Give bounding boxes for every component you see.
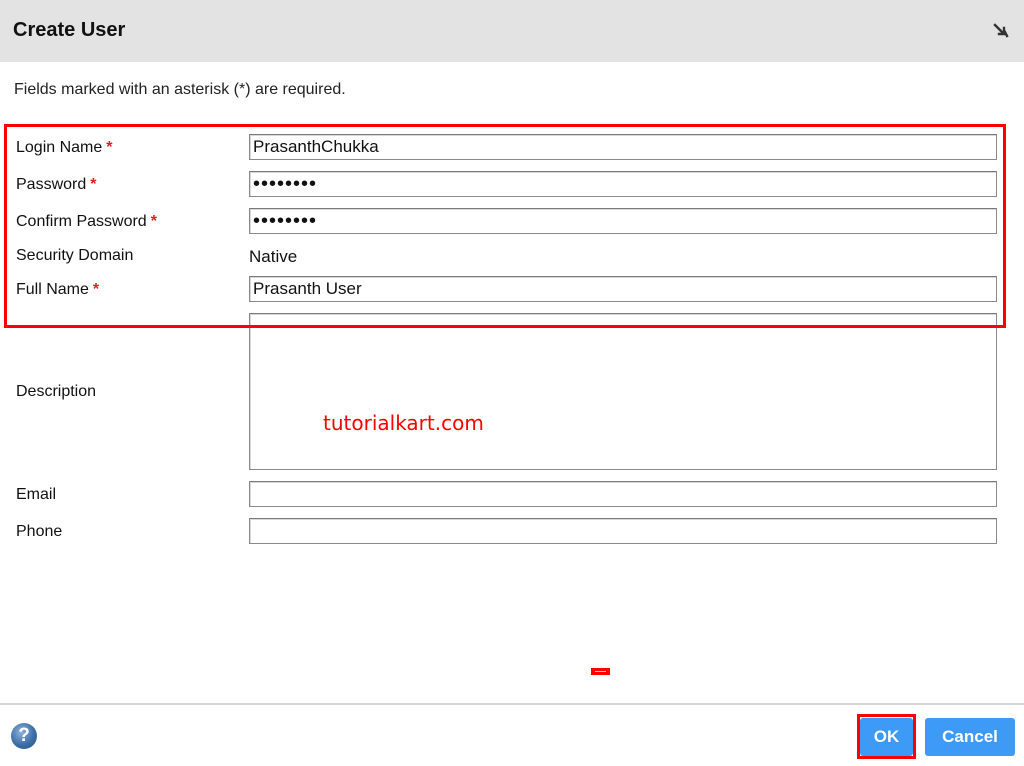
- description-label: Description: [16, 383, 97, 400]
- email-input[interactable]: [249, 481, 997, 507]
- description-textarea[interactable]: [249, 313, 997, 470]
- required-fields-note: Fields marked with an asterisk (*) are r…: [14, 81, 346, 98]
- password-label: Password *: [16, 176, 96, 194]
- full-name-label: Full Name *: [16, 281, 99, 299]
- red-marker: [591, 668, 610, 675]
- cancel-button[interactable]: Cancel: [925, 718, 1015, 756]
- dialog-header: Create User: [0, 0, 1024, 62]
- security-domain-value: Native: [249, 247, 298, 266]
- login-name-label-text: Login Name: [16, 139, 103, 156]
- phone-input[interactable]: [249, 518, 997, 544]
- password-input[interactable]: [249, 171, 997, 197]
- login-name-label: Login Name *: [16, 139, 113, 157]
- full-name-input[interactable]: [249, 276, 997, 302]
- required-asterisk: *: [90, 176, 97, 193]
- phone-label: Phone: [16, 523, 63, 540]
- ok-button[interactable]: OK: [860, 718, 913, 756]
- required-asterisk: *: [92, 281, 100, 298]
- email-label: Email: [16, 486, 57, 503]
- help-question-icon[interactable]: ?: [11, 723, 37, 749]
- password-label-text: Password: [16, 176, 87, 193]
- required-asterisk: *: [106, 139, 113, 156]
- dialog-title: Create User: [13, 19, 126, 41]
- full-name-label-text: Full Name: [16, 281, 89, 298]
- confirm-password-label: Confirm Password *: [16, 213, 157, 231]
- security-domain-label: Security Domain: [16, 247, 134, 264]
- login-name-input[interactable]: [249, 134, 997, 160]
- confirm-password-input[interactable]: [249, 208, 997, 234]
- required-asterisk: *: [150, 213, 157, 230]
- confirm-password-label-text: Confirm Password: [16, 213, 147, 230]
- close-icon[interactable]: [993, 22, 1009, 38]
- footer-divider: [0, 703, 1024, 705]
